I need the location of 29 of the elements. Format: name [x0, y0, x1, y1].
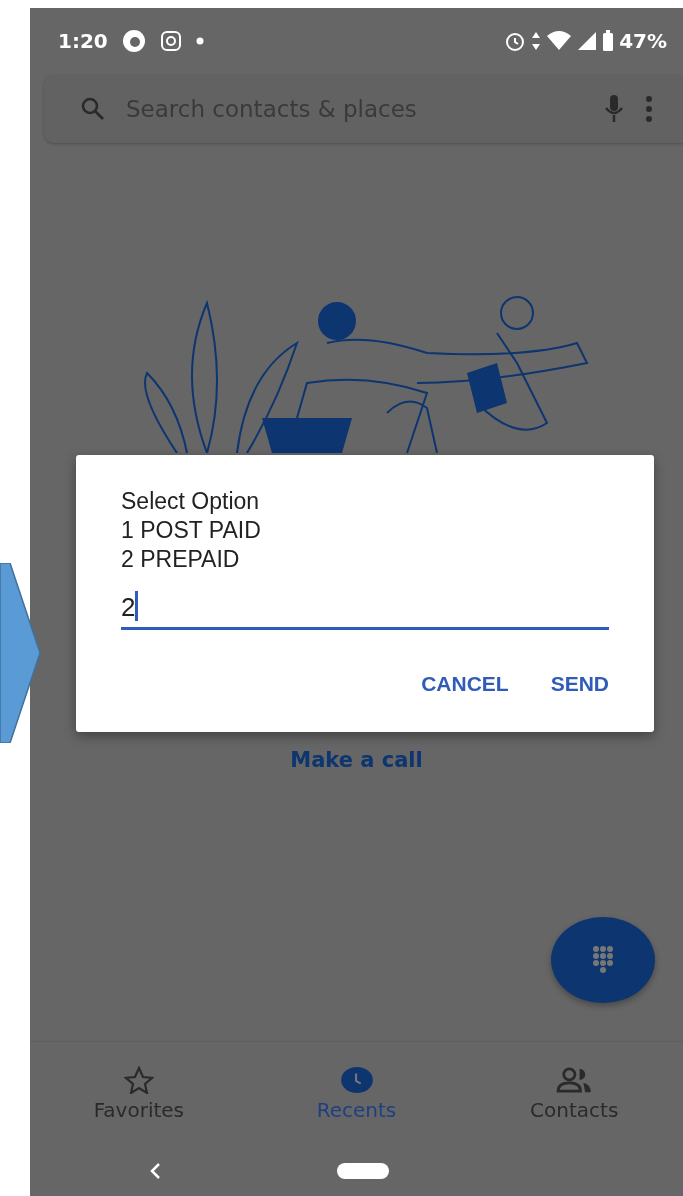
- dialpad-button[interactable]: [551, 917, 655, 1003]
- make-a-call-link[interactable]: Make a call: [290, 748, 423, 772]
- dialog-message-line: Select Option: [121, 487, 261, 516]
- back-icon[interactable]: [148, 1161, 162, 1181]
- nav-tab[interactable]: Recents: [247, 1065, 466, 1123]
- alarm-icon: [504, 30, 527, 52]
- input-field[interactable]: 2: [121, 588, 609, 630]
- battery-icon: [602, 30, 615, 52]
- app-logo-icon: [121, 29, 146, 53]
- signal-icon: [577, 31, 598, 51]
- star-icon: [123, 1066, 154, 1094]
- dialog-button[interactable]: CANCEL: [415, 666, 515, 702]
- wifi-icon: [546, 31, 573, 51]
- nav-tab[interactable]: Contacts: [465, 1065, 683, 1123]
- search-icon: [80, 96, 106, 122]
- data-arrows-icon: [531, 31, 542, 51]
- dot-icon: [195, 37, 204, 45]
- home-pill[interactable]: [337, 1163, 389, 1179]
- camera-icon: [159, 30, 182, 52]
- dialpad-icon: [592, 945, 614, 975]
- more-options-icon[interactable]: [645, 95, 653, 123]
- battery-percent: 47%: [619, 29, 667, 53]
- microphone-icon[interactable]: [603, 94, 625, 124]
- dialog-message-line: 2 PREPAID: [121, 545, 241, 574]
- dialog-message-line: 1 POST PAID: [121, 516, 262, 545]
- nav-tab[interactable]: Favorites: [30, 1065, 248, 1123]
- clock-time: 1:20: [58, 29, 108, 53]
- dialog-button[interactable]: SEND: [544, 666, 615, 702]
- clock-icon: [338, 1066, 375, 1094]
